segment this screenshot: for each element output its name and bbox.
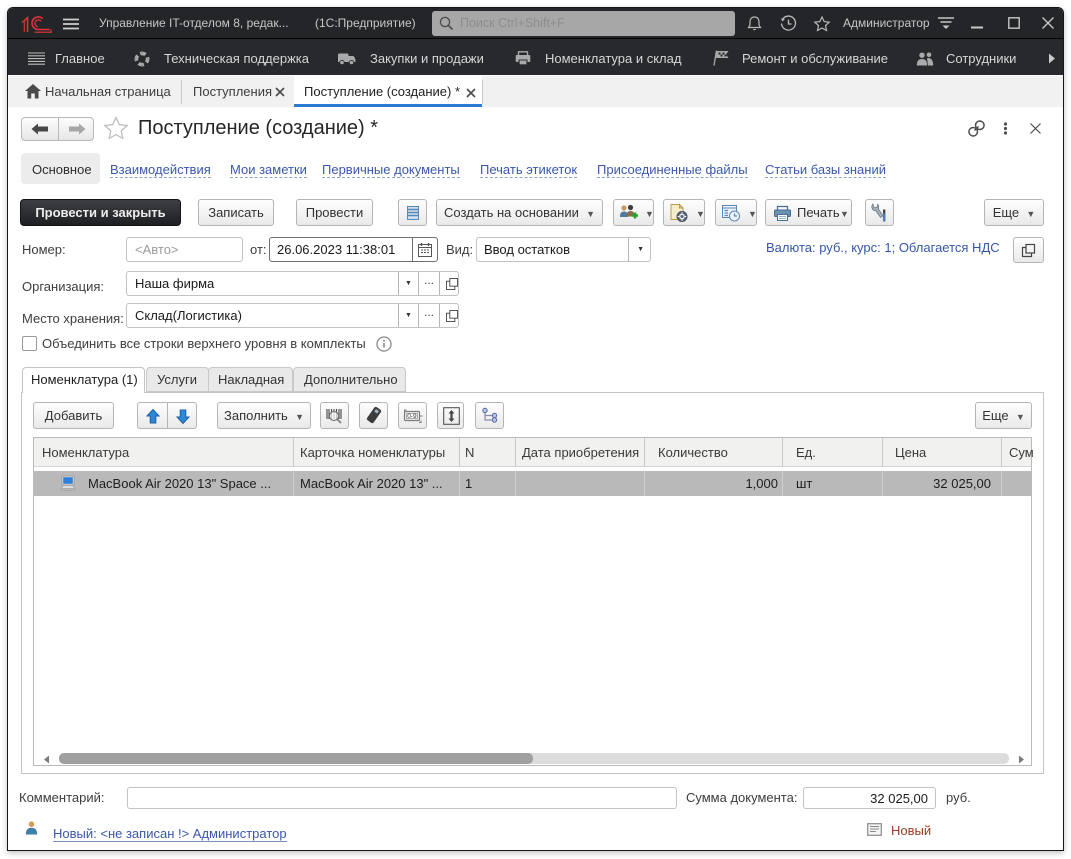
svg-text:0-9: 0-9 <box>407 413 417 420</box>
